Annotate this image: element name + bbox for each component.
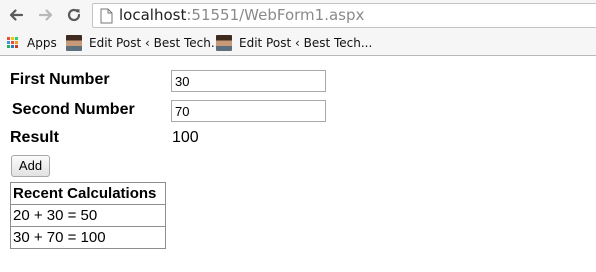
- apps-grid-dot: [11, 37, 14, 40]
- reload-icon[interactable]: [64, 5, 84, 25]
- table-header: Recent Calculations: [10, 182, 166, 205]
- url-host: localhost: [119, 6, 187, 24]
- forward-arrow-icon[interactable]: [36, 5, 56, 25]
- apps-grid-dot: [15, 37, 18, 40]
- second-number-label: Second Number: [12, 101, 135, 118]
- apps-grid-dot: [7, 37, 10, 40]
- add-button[interactable]: Add: [11, 155, 50, 177]
- apps-grid-icon: [7, 37, 19, 49]
- bookmark-apps-label: Apps: [27, 36, 57, 50]
- address-bar[interactable]: localhost:51551/WebForm1.aspx: [92, 3, 596, 28]
- recent-calculations-table: Recent Calculations 20 + 30 = 50 30 + 70…: [10, 182, 166, 249]
- apps-grid-dot: [11, 41, 14, 44]
- bookmark-item[interactable]: Edit Post ‹ Best Tech...: [216, 34, 372, 52]
- back-arrow-icon[interactable]: [6, 5, 26, 25]
- bookmark-label: Edit Post ‹ Best Tech...: [89, 36, 223, 50]
- table-cell: 20 + 30 = 50: [10, 204, 166, 227]
- result-value: 100: [172, 129, 199, 146]
- apps-grid-dot: [15, 45, 18, 48]
- page-icon: [100, 8, 113, 29]
- bookmark-item[interactable]: Edit Post ‹ Best Tech...: [66, 34, 222, 52]
- url-text: localhost:51551/WebForm1.aspx: [119, 7, 364, 24]
- browser-toolbar: localhost:51551/WebForm1.aspx: [0, 0, 596, 30]
- bookmark-label: Edit Post ‹ Best Tech...: [239, 36, 373, 50]
- table-header-row: Recent Calculations: [10, 182, 166, 205]
- table-cell: 30 + 70 = 100: [10, 226, 166, 249]
- bookmark-apps[interactable]: Apps: [7, 34, 57, 52]
- apps-grid-dot: [7, 41, 10, 44]
- first-number-label: First Number: [10, 71, 110, 88]
- avatar-icon: [66, 35, 82, 51]
- bookmarks-bar: Apps Edit Post ‹ Best Tech... Edit Post …: [0, 30, 596, 56]
- apps-grid-dot: [11, 45, 14, 48]
- apps-grid-dot: [15, 41, 18, 44]
- avatar-icon: [216, 35, 232, 51]
- apps-grid-dot: [7, 45, 10, 48]
- table-row: 30 + 70 = 100: [10, 226, 166, 249]
- table-row: 20 + 30 = 50: [10, 204, 166, 227]
- first-number-input[interactable]: [171, 70, 326, 92]
- second-number-input[interactable]: [171, 100, 326, 122]
- result-label: Result: [10, 129, 59, 146]
- url-path: :51551/WebForm1.aspx: [186, 6, 365, 24]
